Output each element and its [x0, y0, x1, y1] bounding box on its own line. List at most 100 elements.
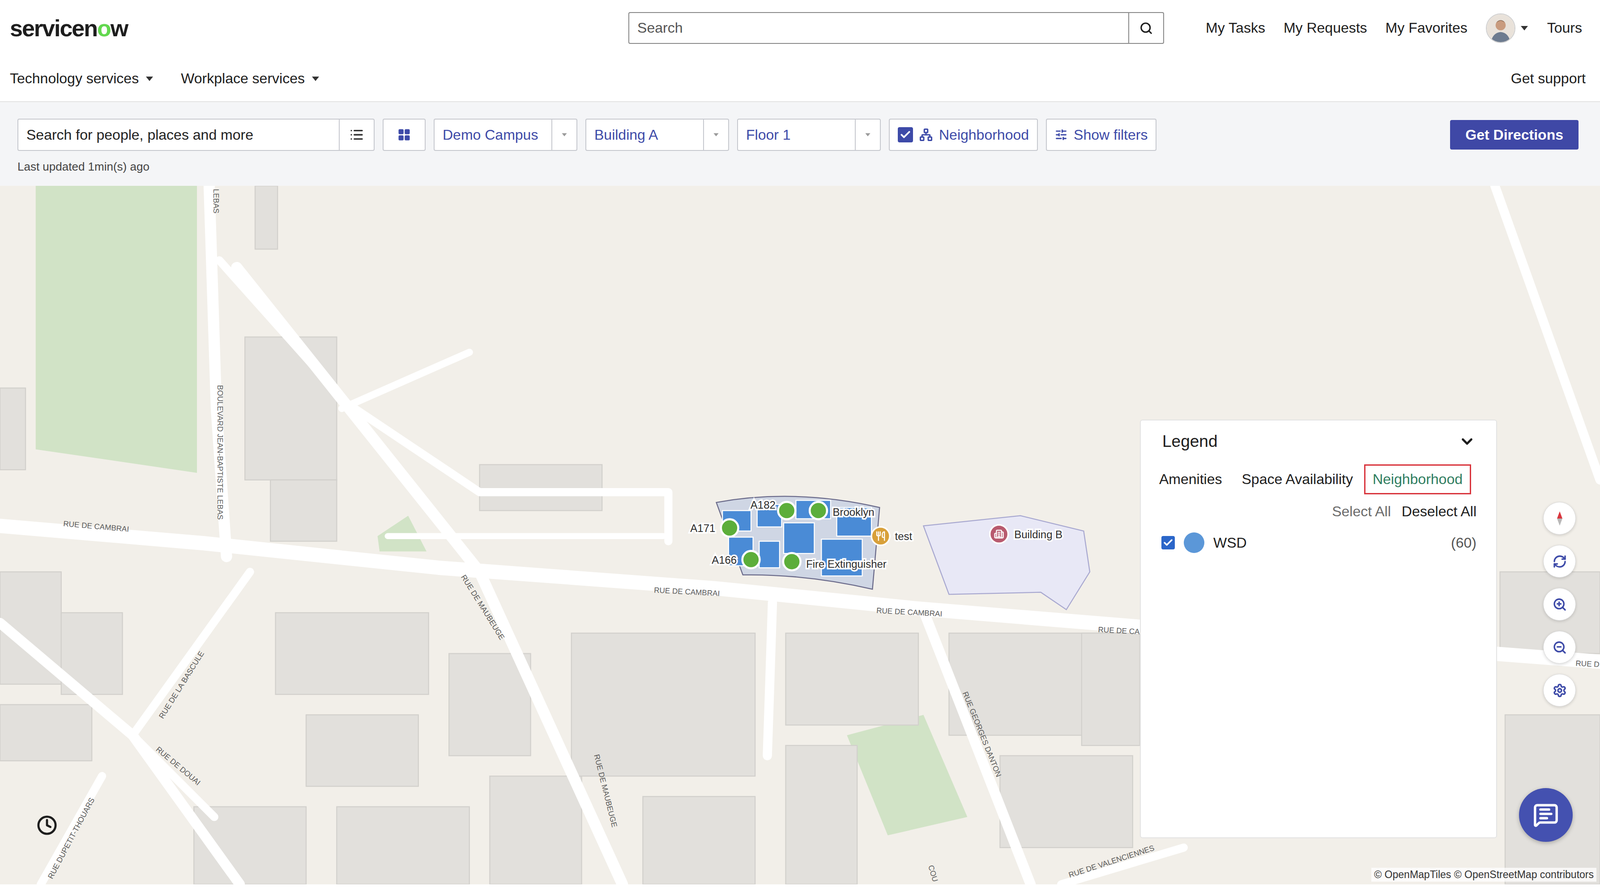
floor-room[interactable] [783, 522, 815, 554]
space-pin-icon[interactable] [742, 550, 760, 568]
neighborhood-toggle[interactable]: Neighborhood [888, 118, 1038, 151]
space-pin-icon[interactable] [783, 552, 801, 571]
street-label: COU [926, 863, 940, 883]
page: servicenow My Tasks My Requests My Favorite… [0, 0, 1600, 896]
street-line [132, 571, 250, 735]
logo-part[interactable]: servicen [9, 15, 98, 42]
zoom-in-icon [1552, 597, 1567, 612]
zoom-out-button[interactable] [1543, 630, 1576, 664]
select-arrow[interactable] [551, 119, 577, 150]
legend-item-checkbox[interactable] [1161, 535, 1175, 550]
select-value[interactable]: Building A [586, 119, 704, 150]
street-label: RUE DE CA [1097, 625, 1141, 636]
map-pin[interactable]: Brooklyn [809, 501, 875, 520]
location-select[interactable]: Building A [585, 118, 730, 151]
pin-label[interactable]: A166 [711, 553, 737, 566]
neighborhood-checkbox[interactable] [897, 127, 914, 143]
search-button[interactable] [1128, 12, 1164, 43]
pin-label[interactable]: Fire Extinguisher [806, 557, 887, 570]
user-avatar-icon[interactable] [1485, 13, 1516, 43]
chat-button[interactable] [1518, 787, 1573, 842]
street-label: RUE DE CAMBRAI [63, 519, 130, 534]
legend-tab[interactable]: Space Availability [1233, 464, 1362, 495]
city-block [0, 388, 26, 470]
building-pin-icon[interactable] [989, 524, 1009, 543]
street-label: RUE DE LA BASCULE [157, 649, 206, 721]
place-search [17, 118, 375, 151]
space-pin-icon[interactable] [721, 519, 739, 537]
pin-label[interactable]: Building B [1014, 528, 1063, 541]
space-pin-icon[interactable] [777, 501, 796, 520]
get-directions-button[interactable]: Get Directions [1450, 119, 1579, 150]
map-pin[interactable]: A171 [690, 519, 739, 537]
pin-label[interactable]: Brooklyn [832, 505, 875, 518]
grid-view-toggle[interactable] [383, 119, 425, 150]
city-block [275, 612, 429, 694]
select-value[interactable]: Demo Campus [434, 119, 552, 150]
pin-label[interactable]: A171 [690, 521, 716, 534]
collapse-chevron-icon[interactable] [1458, 432, 1476, 450]
list-view-button[interactable] [338, 119, 374, 150]
compass-icon [1553, 510, 1567, 527]
legend-tab[interactable]: Neighborhood [1364, 464, 1472, 495]
list-icon [349, 127, 364, 142]
logo-part[interactable]: o [97, 15, 111, 42]
bottom-strip [0, 883, 1600, 896]
street-line [387, 532, 664, 539]
floor-room[interactable] [759, 541, 780, 568]
nav-menu[interactable]: Technology services [9, 70, 154, 87]
show-filters-button[interactable]: Show filters [1045, 118, 1157, 151]
header-link[interactable]: My Requests [1283, 19, 1368, 37]
select-value[interactable]: Floor 1 [738, 119, 855, 150]
header-link[interactable]: My Tasks [1205, 19, 1266, 37]
map-pin[interactable]: A166 [711, 550, 760, 568]
street-label: RUE DE CAMBRAI [653, 585, 721, 598]
building-a-floorplan[interactable] [716, 495, 880, 589]
map-area[interactable]: LEBASBOULEVARD JEAN-BAPTISTE LEBASRUE DE… [0, 185, 1600, 884]
grid-view-button[interactable] [382, 118, 426, 151]
servicenow-logo[interactable]: servicenow [9, 14, 128, 42]
nav-menu[interactable]: Workplace services [180, 70, 320, 87]
logo-part[interactable]: w [110, 15, 128, 42]
location-select[interactable]: Demo Campus [433, 118, 578, 151]
building-b-outline[interactable] [923, 515, 1090, 610]
legend-item[interactable]: WSD(60) [1140, 532, 1497, 553]
pin-label[interactable]: test [895, 529, 913, 542]
map-pin[interactable]: Building B [989, 524, 1063, 543]
deselect-all-link[interactable]: Deselect All [1401, 503, 1477, 520]
settings-button[interactable] [1543, 673, 1576, 707]
space-pin-icon[interactable] [809, 501, 828, 520]
street-label: RUE DE CAMBRAI [876, 605, 943, 619]
get-support-link[interactable]: Get support [1510, 70, 1586, 87]
map-pin[interactable]: Fire Extinguisher [783, 552, 887, 571]
tours-link[interactable]: Tours [1547, 19, 1583, 37]
city-block [0, 704, 92, 761]
city-block [785, 632, 919, 725]
legend-item-label: WSD [1213, 534, 1443, 551]
place-search-input[interactable] [18, 119, 339, 150]
street-line [40, 775, 103, 884]
user-menu[interactable] [1485, 13, 1529, 43]
select-all-link[interactable]: Select All [1331, 503, 1391, 520]
map-pin[interactable]: test [871, 526, 913, 546]
legend-tab[interactable]: Amenities [1150, 464, 1231, 495]
zoom-in-button[interactable] [1543, 587, 1576, 621]
refresh-button[interactable] [1543, 544, 1576, 578]
map-pin[interactable]: A182 [750, 498, 796, 520]
global-search-input[interactable] [629, 12, 1129, 43]
clock-icon[interactable] [36, 814, 58, 836]
grid-icon [397, 128, 411, 142]
pin-label[interactable]: A182 [750, 498, 776, 511]
city-block [255, 185, 278, 249]
street-line [219, 260, 669, 541]
compass-button[interactable] [1543, 501, 1576, 535]
header-link[interactable]: My Favorites [1385, 19, 1468, 37]
legend-header[interactable]: Legend [1140, 431, 1497, 451]
amenity-pin-icon[interactable] [871, 526, 890, 546]
top-header: servicenow My Tasks My Requests My Favorite… [0, 0, 1600, 56]
select-arrow[interactable] [703, 119, 729, 150]
legend-panel: Legend AmenitiesSpace AvailabilityNeighbo… [1139, 419, 1498, 838]
location-select[interactable]: Floor 1 [737, 118, 881, 151]
city-block [1081, 632, 1140, 746]
select-arrow[interactable] [854, 119, 880, 150]
